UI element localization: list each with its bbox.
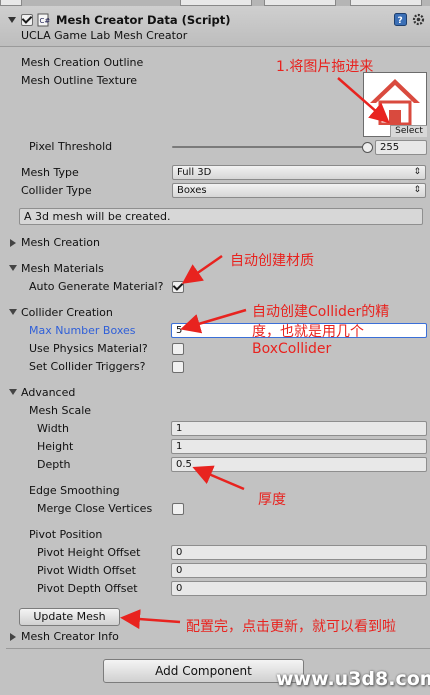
arrow-to-texture bbox=[337, 77, 390, 124]
arrow-to-max-boxes bbox=[180, 308, 247, 334]
arrow-to-auto-material bbox=[181, 254, 223, 284]
watermark: www.u3d8.com bbox=[276, 668, 430, 690]
arrow-to-depth bbox=[192, 465, 245, 491]
annotation-arrows bbox=[120, 77, 390, 630]
arrow-to-update-mesh bbox=[120, 609, 181, 630]
